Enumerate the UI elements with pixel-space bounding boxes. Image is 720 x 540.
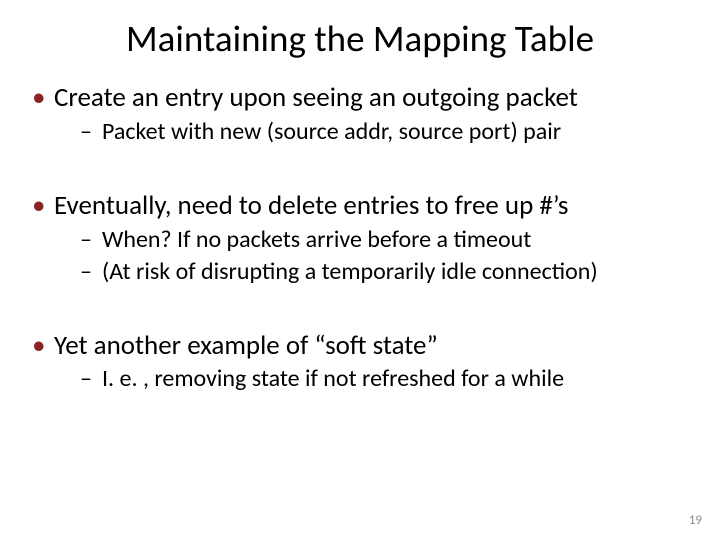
sub-bullet-text: Packet with new (source addr, source por… — [102, 117, 561, 146]
bullet-item: Create an entry upon seeing an outgoing … — [28, 81, 692, 147]
sub-bullet-list: Packet with new (source addr, source por… — [54, 117, 692, 147]
sub-bullet-list: I. e. , removing state if not refreshed … — [54, 364, 692, 394]
bullet-list: Create an entry upon seeing an outgoing … — [28, 81, 692, 147]
sub-bullet-text: (At risk of disrupting a temporarily idl… — [102, 257, 598, 286]
page-number: 19 — [689, 513, 702, 528]
bullet-text: Eventually, need to delete entries to fr… — [54, 189, 569, 222]
sub-bullet-text: I. e. , removing state if not refreshed … — [102, 364, 564, 393]
bullet-text: Yet another example of “soft state” — [54, 329, 438, 362]
bullet-list: Yet another example of “soft state” I. e… — [28, 329, 692, 395]
sub-bullet-list: When? If no packets arrive before a time… — [54, 225, 692, 287]
spacer — [28, 153, 692, 189]
bullet-text: Create an entry upon seeing an outgoing … — [54, 81, 578, 114]
bullet-list: Eventually, need to delete entries to fr… — [28, 189, 692, 287]
spacer — [28, 293, 692, 329]
sub-bullet-item: I. e. , removing state if not refreshed … — [80, 364, 692, 394]
bullet-item: Eventually, need to delete entries to fr… — [28, 189, 692, 287]
slide-title: Maintaining the Mapping Table — [0, 0, 720, 61]
sub-bullet-item: (At risk of disrupting a temporarily idl… — [80, 257, 692, 287]
bullet-item: Yet another example of “soft state” I. e… — [28, 329, 692, 395]
sub-bullet-item: Packet with new (source addr, source por… — [80, 117, 692, 147]
sub-bullet-text: When? If no packets arrive before a time… — [102, 225, 531, 254]
sub-bullet-item: When? If no packets arrive before a time… — [80, 225, 692, 255]
slide-body: Create an entry upon seeing an outgoing … — [0, 61, 720, 394]
slide: Maintaining the Mapping Table Create an … — [0, 0, 720, 540]
